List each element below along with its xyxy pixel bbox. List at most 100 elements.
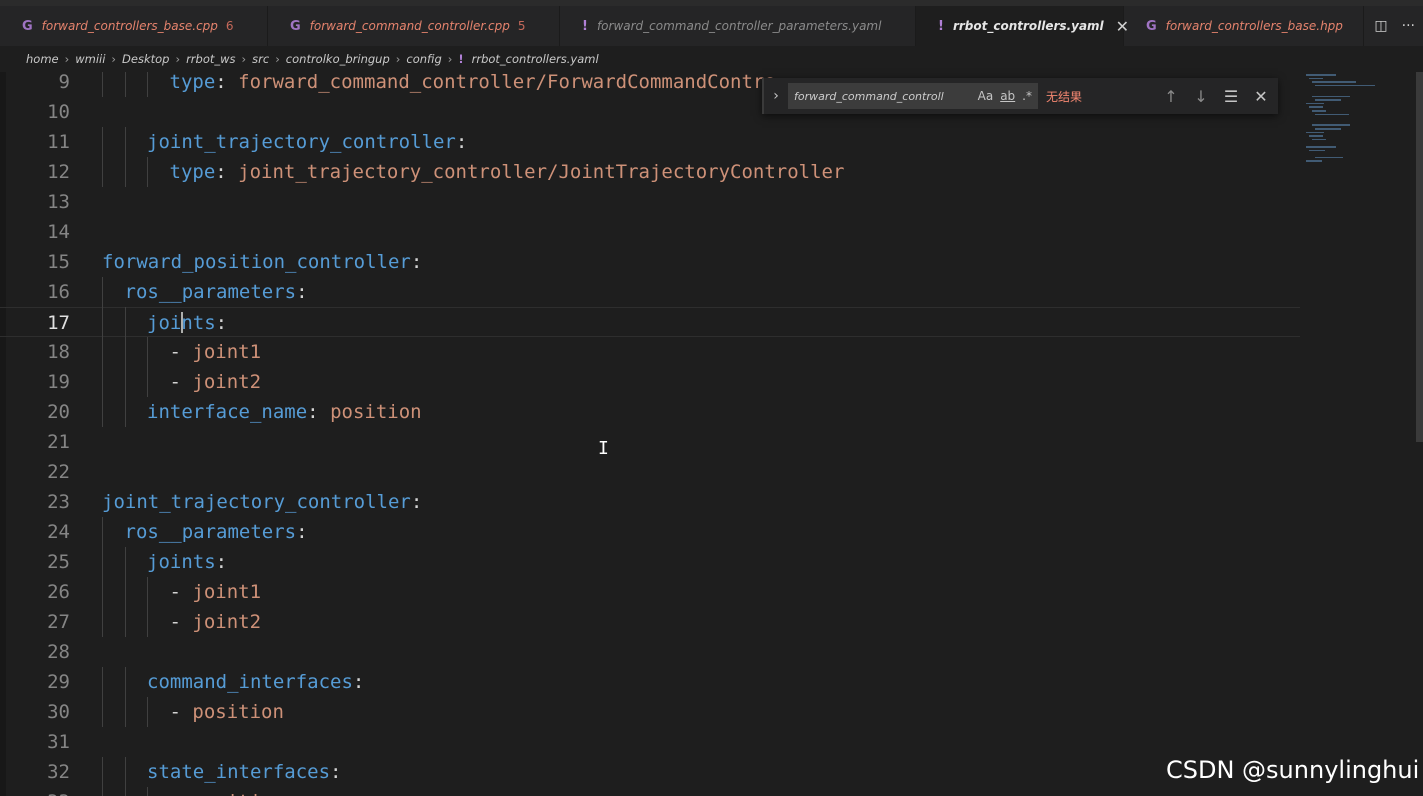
code-line: 28 — [0, 637, 1300, 667]
match-whole-word-toggle[interactable]: ab — [1000, 89, 1015, 103]
breadcrumb-item[interactable]: Desktop — [122, 52, 169, 66]
minimap-line — [1312, 124, 1350, 126]
problem-count-badge: 6 — [225, 19, 234, 33]
yaml-value: position — [330, 401, 422, 423]
indent-guide — [124, 757, 126, 787]
vertical-scrollbar[interactable] — [1416, 72, 1423, 442]
breadcrumb-item[interactable]: rrbot_controllers.yaml — [472, 52, 599, 66]
more-actions-icon[interactable]: ··· — [1402, 18, 1415, 34]
breadcrumb-item[interactable]: controlko_bringup — [286, 52, 390, 66]
minimap-line — [1315, 156, 1343, 159]
chevron-right-icon: › — [275, 52, 280, 66]
line-number: 26 — [47, 581, 70, 603]
code-editor[interactable]: 9 type: forward_command_controller/Forwar… — [0, 72, 1423, 796]
indent-guide — [124, 307, 126, 337]
line-number: 11 — [47, 131, 70, 153]
yaml-value: joint1 — [192, 341, 262, 363]
colon: : — [410, 251, 423, 273]
line-number: 18 — [47, 341, 70, 363]
find-input[interactable]: forward_command_controll Aa ab .* — [788, 83, 1038, 109]
breadcrumb-item[interactable]: rrbot_ws — [186, 52, 235, 66]
tab-forward-controllers-base-cpp[interactable]: G forward_controllers_base.cpp 6 — [0, 6, 268, 46]
yaml-key: command_interfaces — [147, 671, 353, 693]
minimap[interactable] — [1300, 72, 1410, 192]
list-dash: - — [169, 341, 193, 363]
split-editor-icon[interactable]: ◫ — [1374, 18, 1387, 34]
indent-guide — [102, 72, 103, 97]
tab-label: forward_command_controller_parameters.ya… — [596, 19, 882, 33]
indent-guide — [124, 577, 126, 607]
code-line: 23 joint_trajectory_controller: — [0, 487, 1300, 517]
minimap-line — [1309, 106, 1323, 108]
close-icon[interactable]: ✕ — [1246, 87, 1276, 106]
code-line: 29 command_interfaces: — [0, 667, 1300, 697]
code-line: 17 joints: — [0, 307, 1300, 337]
arrow-down-icon[interactable]: ↓ — [1186, 87, 1216, 106]
indent-guide — [102, 607, 103, 637]
line-number: 13 — [47, 191, 70, 213]
arrow-up-icon[interactable]: ↑ — [1156, 87, 1186, 106]
code-line: 30 - position — [0, 697, 1300, 727]
code-line: 25 joints: — [0, 547, 1300, 577]
editor-tab-bar: G forward_controllers_base.cpp 6 G forwa… — [0, 6, 1423, 46]
indent-guide — [147, 337, 148, 367]
line-number: 30 — [47, 701, 70, 723]
yaml-key: ros__parameters — [124, 521, 297, 543]
line-number: 14 — [47, 221, 70, 243]
code-text: type: joint_trajectory_controller/JointT… — [170, 157, 845, 187]
indent-guide — [124, 72, 126, 97]
text-cursor — [181, 312, 183, 333]
breadcrumb-item[interactable]: config — [406, 52, 441, 66]
yaml-value: position — [192, 701, 284, 723]
find-in-selection-icon[interactable]: ☰ — [1216, 87, 1246, 106]
code-text: - position — [170, 697, 284, 727]
chevron-right-icon: › — [241, 52, 247, 66]
cpp-file-icon: G — [290, 18, 301, 34]
code-text: interface_name: position — [147, 397, 422, 427]
yaml-key: forward_position_controller — [102, 251, 411, 273]
tab-forward-controllers-base-hpp[interactable]: G forward_controllers_base.hpp — [1124, 6, 1364, 46]
list-dash: - — [170, 791, 193, 796]
breadcrumb-item[interactable]: wmiii — [75, 52, 105, 66]
breadcrumb: home › wmiii › Desktop › rrbot_ws › src › con… — [0, 46, 1423, 72]
colon: : — [215, 551, 228, 573]
indent-guide — [102, 337, 103, 367]
tab-forward-command-controller-parameters-yaml[interactable]: ! forward_command_controller_parameters.… — [560, 6, 916, 46]
toggle-replace-icon[interactable]: › — [764, 88, 788, 104]
minimap-line — [1312, 81, 1356, 83]
minimap-line — [1312, 110, 1326, 112]
yaml-file-icon: ! — [938, 18, 944, 34]
code-line: 27 - joint2 — [0, 607, 1300, 637]
colon: : — [215, 161, 227, 183]
line-number: 9 — [58, 72, 70, 93]
indent-guide — [102, 517, 103, 547]
code-text: joints: — [147, 308, 227, 338]
line-number: 16 — [47, 281, 70, 303]
chevron-right-icon: › — [175, 52, 181, 66]
list-dash: - — [169, 371, 193, 393]
code-text: - position — [170, 787, 284, 796]
yaml-value: joint1 — [192, 581, 262, 603]
indent-guide — [147, 787, 148, 796]
minimap-line — [1312, 138, 1326, 141]
code-line: 24 ros__parameters: — [0, 517, 1300, 547]
code-line: 32 state_interfaces: — [0, 757, 1300, 787]
tab-rrbot-controllers-yaml[interactable]: ! rrbot_controllers.yaml ✕ — [916, 6, 1129, 46]
colon: : — [410, 491, 423, 513]
breadcrumb-item[interactable]: home — [26, 52, 59, 66]
tab-forward-command-controller-cpp[interactable]: G forward_command_controller.cpp 5 — [268, 6, 560, 46]
code-line: 15 forward_position_controller: — [0, 247, 1300, 277]
use-regex-toggle[interactable]: .* — [1022, 89, 1032, 103]
yaml-value: joint_trajectory_controller/JointTraject… — [238, 161, 845, 183]
code-text: type: forward_command_controller/Forward… — [170, 72, 776, 97]
line-number: 23 — [47, 491, 70, 513]
match-case-toggle[interactable]: Aa — [978, 89, 994, 103]
chevron-right-icon: › — [111, 52, 117, 66]
minimap-line — [1306, 160, 1322, 162]
colon: : — [296, 281, 308, 303]
code-line: 12 type: joint_trajectory_controller/Join… — [0, 157, 1300, 187]
colon: : — [215, 312, 228, 334]
tab-label: forward_controllers_base.hpp — [1165, 19, 1343, 33]
breadcrumb-item[interactable]: src — [252, 52, 269, 66]
indent-guide — [147, 697, 148, 727]
